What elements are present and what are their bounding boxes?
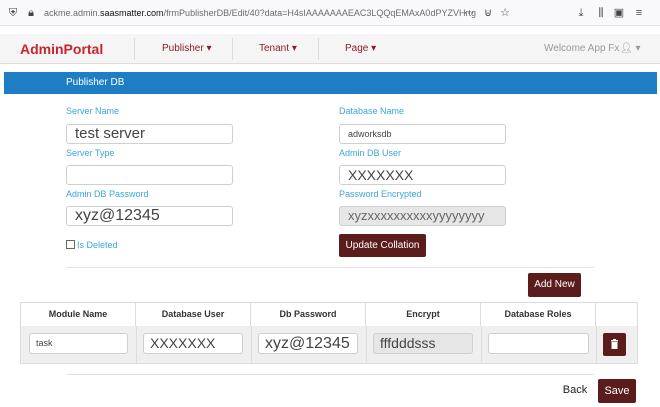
is-deleted-label: Is Deleted (77, 240, 118, 250)
server-name-label: Server Name (66, 106, 120, 116)
trash-icon (611, 339, 618, 349)
admin-db-password-label: Admin DB Password (66, 189, 149, 199)
password-encrypted-input: xyzxxxxxxxxxxyyyyyyyy (339, 206, 506, 226)
admin-db-user-input[interactable]: XXXXXXX (339, 165, 506, 185)
db-password-input[interactable]: xyz@12345 (258, 333, 358, 354)
nav-divider (232, 38, 233, 60)
panel-title: Publisher DB (66, 77, 125, 88)
update-collation-button[interactable]: Update Collation (339, 234, 426, 257)
bookmark-star-icon[interactable]: ☆ (498, 6, 512, 20)
sidebar-icon[interactable]: ▣ (612, 6, 626, 20)
library-icon[interactable]: ⫼ (594, 6, 608, 20)
admin-db-user-label: Admin DB User (339, 148, 402, 158)
chevron-down-icon: ▾ (206, 43, 212, 54)
nav-tenant-dropdown[interactable]: Tenant ▾ (259, 43, 297, 54)
panel-header: Publisher DB (4, 72, 657, 94)
chevron-down-icon: ▾ (371, 43, 377, 54)
nav-divider (134, 38, 135, 60)
divider (66, 374, 594, 375)
column-divider (596, 326, 597, 363)
database-name-input[interactable]: adworksdb (339, 124, 506, 144)
chevron-down-icon: ▾ (291, 43, 297, 54)
divider (66, 267, 594, 268)
lock-icon[interactable]: 🔒︎ (24, 6, 38, 20)
top-navbar: AdminPortal Publisher ▾ Tenant ▾ Page ▾ … (0, 34, 660, 64)
save-button[interactable]: Save (598, 379, 636, 403)
shield-icon[interactable]: ⛨ (6, 6, 20, 20)
nav-publisher-dropdown[interactable]: Publisher ▾ (162, 43, 212, 54)
user-icon: 👤︎ (620, 43, 633, 54)
column-divider (136, 326, 137, 363)
more-icon[interactable]: ··· (462, 6, 476, 20)
add-new-button[interactable]: Add New (528, 273, 581, 297)
column-header-module-name: Module Name (21, 302, 136, 326)
brand-logo[interactable]: AdminPortal (20, 41, 103, 57)
nav-page-dropdown[interactable]: Page ▾ (345, 43, 376, 54)
is-deleted-checkbox[interactable] (66, 240, 75, 249)
chevron-down-icon: ▾ (635, 43, 641, 54)
admin-db-password-input[interactable]: xyz@12345 (66, 206, 233, 226)
delete-row-button[interactable] (603, 333, 626, 356)
server-type-input[interactable] (66, 165, 233, 185)
column-divider (366, 326, 367, 363)
module-name-input[interactable]: task (29, 333, 128, 354)
column-header-database-roles: Database Roles (481, 302, 596, 326)
column-header-encrypt: Encrypt (366, 302, 481, 326)
column-divider (251, 326, 252, 363)
nav-divider (318, 38, 319, 60)
download-icon[interactable]: ⤓ (574, 6, 588, 20)
password-encrypted-label: Password Encrypted (339, 189, 422, 199)
back-button[interactable]: Back (556, 379, 594, 402)
encrypt-input: fffdddsss (373, 333, 473, 354)
column-header-database-user: Database User (136, 302, 251, 326)
database-roles-input[interactable] (488, 333, 589, 354)
server-name-input[interactable]: test server (66, 124, 233, 144)
menu-icon[interactable]: ≡ (632, 6, 646, 20)
server-type-label: Server Type (66, 148, 115, 158)
column-divider (481, 326, 482, 363)
browser-toolbar: ⛨ 🔒︎ ackme.admin.saasmatter.com/frmPubli… (0, 0, 660, 26)
pocket-icon[interactable]: ⊍ (481, 6, 495, 20)
database-name-label: Database Name (339, 106, 405, 116)
database-user-input[interactable]: XXXXXXX (143, 333, 243, 354)
address-bar[interactable]: ackme.admin.saasmatter.com/frmPublisherD… (44, 6, 476, 20)
column-header-db-password: Db Password (251, 302, 366, 326)
user-menu[interactable]: 👤︎ ▾ (620, 43, 641, 54)
welcome-text: Welcome App Fx (544, 43, 620, 54)
